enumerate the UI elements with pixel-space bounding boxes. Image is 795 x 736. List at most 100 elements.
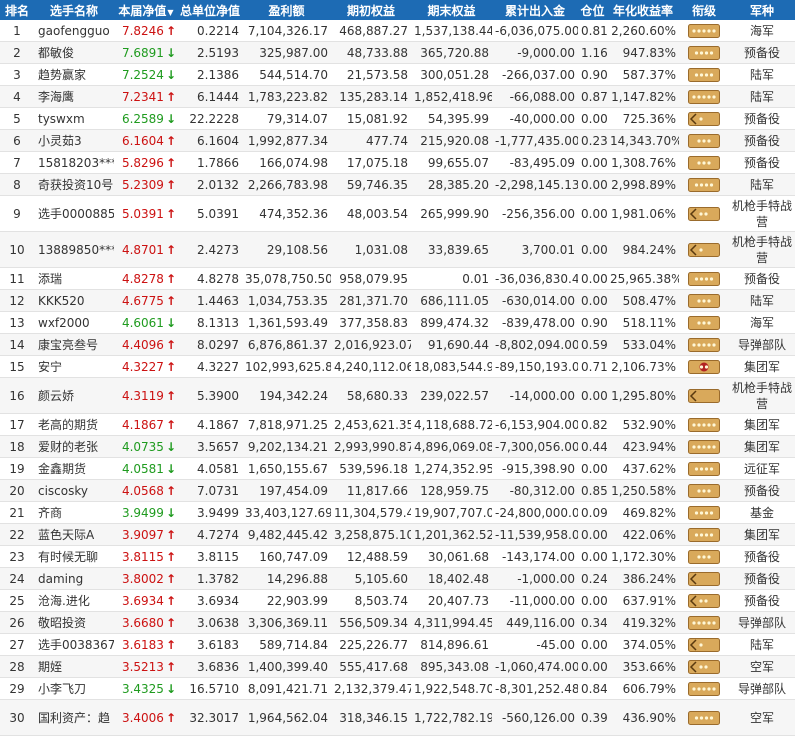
position-cell: 0.00 xyxy=(578,195,607,232)
session-nav-cell: 4.0581 ↓ xyxy=(114,457,178,480)
annual-return-cell: 508.47% xyxy=(607,289,679,312)
table-row[interactable]: 30 国利资产：趋 3.4006 ↑ 32.3017 1,964,562.04 318,34… xyxy=(0,699,795,736)
table-row[interactable]: 15 安宁 4.3227 ↑ 4.3227 102,993,625.86 4,240,112… xyxy=(0,355,795,378)
profit-cell: 544,514.70 xyxy=(242,63,331,86)
player-name-link[interactable]: 金鑫期货 xyxy=(34,457,114,480)
player-name-link[interactable]: 老高的期货 xyxy=(34,413,114,436)
player-name-link[interactable]: 13889850*** xyxy=(34,231,114,268)
table-row[interactable]: 10 13889850*** 4.8701 ↑ 2.4273 29,108.56 1,031… xyxy=(0,231,795,268)
table-row[interactable]: 11 添瑞 4.8278 ↑ 4.8278 35,078,750.50 958,079.95… xyxy=(0,267,795,290)
table-row[interactable]: 19 金鑫期货 4.0581 ↓ 4.0581 1,650,155.67 539,596.1… xyxy=(0,457,795,480)
header-rank-level[interactable]: 衔级 xyxy=(679,0,729,20)
net-flow-cell: -256,356.00 xyxy=(492,195,578,232)
header-position[interactable]: 仓位 xyxy=(578,0,607,20)
table-row[interactable]: 23 有时候无聊 3.8115 ↑ 3.8115 160,747.09 12,488.59 3… xyxy=(0,545,795,568)
table-row[interactable]: 12 KKK520 4.6775 ↑ 1.4463 1,034,753.35 281,371… xyxy=(0,289,795,312)
player-name-link[interactable]: 期姪 xyxy=(34,655,114,678)
table-row[interactable]: 8 奇获投资10号 5.2309 ↑ 2.0132 2,266,783.98 59,746.… xyxy=(0,173,795,196)
table-row[interactable]: 6 小灵茹3 6.1604 ↑ 6.1604 1,992,877.34 477.74 215,… xyxy=(0,129,795,152)
session-nav-value: 4.8701 xyxy=(121,242,164,257)
player-name-link[interactable]: 选手0038367 xyxy=(34,633,114,656)
player-name-link[interactable]: ciscosky xyxy=(34,479,114,502)
table-row[interactable]: 20 ciscosky 4.0568 ↑ 7.0731 197,454.09 11,817.… xyxy=(0,479,795,502)
player-name-link[interactable]: 敬昭投资 xyxy=(34,611,114,634)
position-cell: 0.00 xyxy=(578,267,607,290)
header-player-name[interactable]: 选手名称 xyxy=(34,0,114,20)
annual-return-cell: 419.32% xyxy=(607,611,679,634)
player-name-link[interactable]: 李海鹰 xyxy=(34,85,114,108)
player-name-link[interactable]: 国利资产：趋 xyxy=(34,699,114,736)
profit-cell: 1,783,223.82 xyxy=(242,85,331,108)
table-row[interactable]: 24 daming 3.8002 ↑ 1.3782 14,296.88 5,105.60 18… xyxy=(0,567,795,590)
table-row[interactable]: 4 李海鹰 7.2341 ↑ 6.1444 1,783,223.82 135,283.14 1… xyxy=(0,85,795,108)
player-name-link[interactable]: 奇获投资10号 xyxy=(34,173,114,196)
table-row[interactable]: 21 齐商 3.9499 ↓ 3.9499 33,403,127.69 11,304,579… xyxy=(0,501,795,524)
header-profit[interactable]: 盈利额 xyxy=(242,0,331,20)
table-row[interactable]: 18 爱财的老张 4.0735 ↓ 3.5657 9,202,134.21 2,993,99… xyxy=(0,435,795,458)
player-name-link[interactable]: 安宁 xyxy=(34,355,114,378)
table-row[interactable]: 14 康宝亮叁号 4.4096 ↑ 8.0297 6,876,861.37 2,016,92… xyxy=(0,333,795,356)
player-name-link[interactable]: 齐商 xyxy=(34,501,114,524)
rank-stars-icon xyxy=(688,483,720,498)
player-name-link[interactable]: 小灵茹3 xyxy=(34,129,114,152)
table-row[interactable]: 29 小李飞刀 3.4325 ↓ 16.5710 8,091,421.71 2,132,37… xyxy=(0,677,795,700)
header-session-nav[interactable]: 本届净值▼ xyxy=(114,0,178,20)
player-name-link[interactable]: tyswxm xyxy=(34,107,114,130)
player-name-link[interactable]: 添瑞 xyxy=(34,267,114,290)
player-name-link[interactable]: 小李飞刀 xyxy=(34,677,114,700)
player-name-link[interactable]: 沧海.进化 xyxy=(34,589,114,612)
profit-cell: 9,482,445.42 xyxy=(242,523,331,546)
table-row[interactable]: 7 15818203*** 5.8296 ↑ 1.7866 166,074.98 17,07… xyxy=(0,151,795,174)
army-cell: 海军 xyxy=(729,20,795,42)
player-name-link[interactable]: 15818203*** xyxy=(34,151,114,174)
rank-cell: 4 xyxy=(0,85,34,108)
session-nav-cell: 3.6934 ↑ xyxy=(114,589,178,612)
position-cell: 0.00 xyxy=(578,377,607,414)
table-row[interactable]: 3 趋势赢家 7.2524 ↓ 2.1386 544,514.70 21,573.58 300… xyxy=(0,63,795,86)
end-equity-cell: 215,920.08 xyxy=(411,129,492,152)
table-row[interactable]: 5 tyswxm 6.2589 ↓ 22.2228 79,314.07 15,081.92 5… xyxy=(0,107,795,130)
header-end-equity[interactable]: 期末权益 xyxy=(411,0,492,20)
table-row[interactable]: 16 颜云娇 4.3119 ↑ 5.3900 194,342.24 58,680.33 239… xyxy=(0,377,795,414)
player-name-link[interactable]: 蓝色天际A xyxy=(34,523,114,546)
header-rank[interactable]: 排名 xyxy=(0,0,34,20)
player-name-link[interactable]: wxf2000 xyxy=(34,311,114,334)
arrow-down-icon: ↓ xyxy=(165,315,176,330)
unit-nav-cell: 3.6836 xyxy=(178,655,242,678)
table-row[interactable]: 13 wxf2000 4.6061 ↓ 8.1313 1,361,593.49 377,35… xyxy=(0,311,795,334)
player-name-link[interactable]: 康宝亮叁号 xyxy=(34,333,114,356)
annual-return-cell: 2,260.60% xyxy=(607,20,679,42)
net-flow-cell: -7,300,056.00 xyxy=(492,435,578,458)
player-name-link[interactable]: 有时候无聊 xyxy=(34,545,114,568)
net-flow-cell: -83,495.09 xyxy=(492,151,578,174)
player-name-link[interactable]: 爱财的老张 xyxy=(34,435,114,458)
header-unit-nav[interactable]: 总单位净值 xyxy=(178,0,242,20)
player-name-link[interactable]: daming xyxy=(34,567,114,590)
player-name-link[interactable]: 都敏俊 xyxy=(34,41,114,64)
table-row[interactable]: 9 选手0000885 5.0391 ↑ 5.0391 474,352.36 48,003.… xyxy=(0,195,795,232)
start-equity-cell: 11,304,579.40 xyxy=(331,501,411,524)
player-name-link[interactable]: 趋势赢家 xyxy=(34,63,114,86)
player-name-link[interactable]: gaofengguo xyxy=(34,20,114,42)
table-row[interactable]: 17 老高的期货 4.1867 ↑ 4.1867 7,818,971.25 2,453,62… xyxy=(0,413,795,436)
table-row[interactable]: 27 选手0038367 3.6183 ↑ 3.6183 589,714.84 225,22… xyxy=(0,633,795,656)
table-row[interactable]: 25 沧海.进化 3.6934 ↑ 3.6934 22,903.99 8,503.74 20,… xyxy=(0,589,795,612)
position-cell: 0.34 xyxy=(578,611,607,634)
session-nav-cell: 7.6891 ↓ xyxy=(114,41,178,64)
sort-down-icon[interactable]: ▼ xyxy=(167,8,173,17)
table-row[interactable]: 1 gaofengguo 7.8246 ↑ 0.2214 7,104,326.17 468,… xyxy=(0,20,795,42)
table-row[interactable]: 2 都敏俊 7.6891 ↓ 2.5193 325,987.00 48,733.88 365,… xyxy=(0,41,795,64)
table-row[interactable]: 28 期姪 3.5213 ↑ 3.6836 1,400,399.40 555,417.68 8… xyxy=(0,655,795,678)
position-cell: 0.87 xyxy=(578,85,607,108)
player-name-link[interactable]: 颜云娇 xyxy=(34,377,114,414)
session-nav-value: 4.0581 xyxy=(121,461,164,476)
header-start-equity[interactable]: 期初权益 xyxy=(331,0,411,20)
header-annual-return[interactable]: 年化收益率 xyxy=(607,0,679,20)
table-row[interactable]: 26 敬昭投资 3.6680 ↑ 3.0638 3,306,369.11 556,509.3… xyxy=(0,611,795,634)
player-name-link[interactable]: 选手0000885 xyxy=(34,195,114,232)
table-row[interactable]: 22 蓝色天际A 3.9097 ↑ 4.7274 9,482,445.42 3,258,87… xyxy=(0,523,795,546)
unit-nav-cell: 7.0731 xyxy=(178,479,242,502)
player-name-link[interactable]: KKK520 xyxy=(34,289,114,312)
header-net-flow[interactable]: 累计出入金 xyxy=(492,0,578,20)
header-army[interactable]: 军种 xyxy=(729,0,795,20)
